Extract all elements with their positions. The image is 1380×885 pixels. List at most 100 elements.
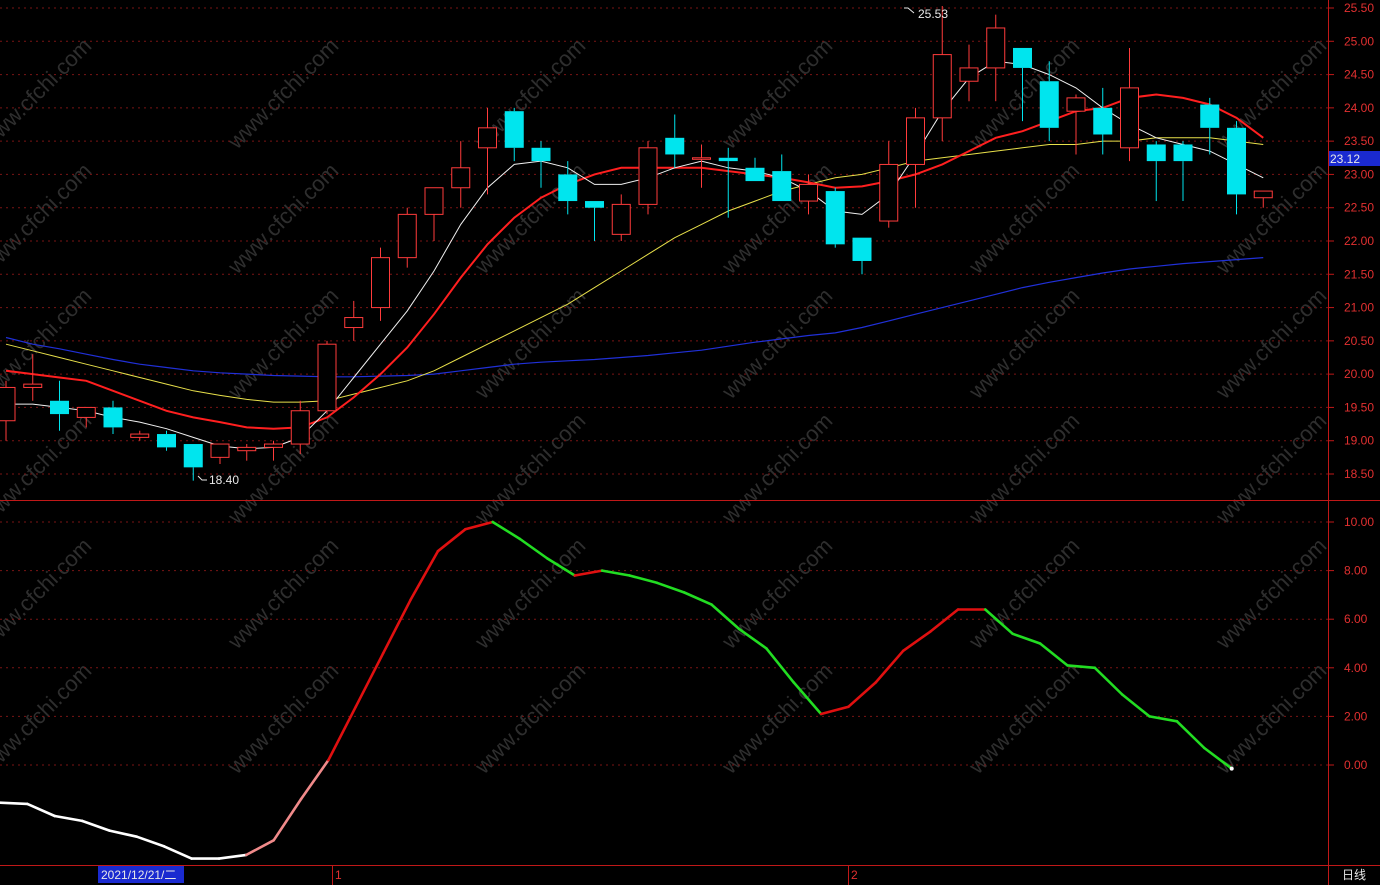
candle-body [665,137,685,155]
candle-body [1093,107,1113,135]
price-tick-label: 25.50 [1344,1,1374,15]
candle-body [638,147,658,205]
watermark-text: www.cfchi.com [963,658,1084,779]
stock-chart: www.cfchi.com www.cfchi.com www.cfchi.com w… [0,0,1380,885]
candle-body [210,443,230,458]
current-price-label: 23.12 [1330,152,1360,166]
candle-body [130,433,150,438]
indicator-segment [1038,642,1069,667]
watermark-text: www.cfchi.com [963,533,1084,654]
candle-body [772,171,792,202]
watermark-text: www.cfchi.com [0,533,96,654]
candle-body [237,446,257,452]
watermark-text: www.cfchi.com [0,158,96,279]
footer-bar: 2021/12/21/二 1 2 日线 [98,866,1366,885]
indicator-segment [847,681,878,709]
candle-body [183,444,203,468]
indicator-segment [1148,715,1179,723]
indicator-segment [1120,693,1151,718]
price-tick-label: 21.50 [1344,267,1374,281]
indicator-segment [162,845,193,860]
indicator-segment [929,608,960,633]
ma-blue-line [5,257,1264,378]
candle-body [371,257,390,309]
candle-up [237,444,257,461]
watermark-text: www.cfchi.com [222,533,343,654]
candlestick-layer [0,6,1273,481]
candle-up [371,247,390,321]
indicator-panel: 10.00 8.00 6.00 4.00 2.00 0.00 [0,515,1374,860]
candle-body [424,187,444,215]
candle-body [906,117,925,165]
candle-down [745,157,765,182]
indicator-axis-ticks: 10.00 8.00 6.00 4.00 2.00 0.00 [1328,515,1374,772]
indicator-segment [272,797,303,842]
price-tick-label: 23.50 [1344,134,1374,148]
indicator-segment [0,801,29,806]
price-tick-label: 24.00 [1344,101,1374,115]
indicator-segment [135,835,166,848]
indicator-tick-label: 0.00 [1344,758,1368,772]
watermark-text: www.cfchi.com [222,158,343,279]
candle-body [1039,81,1059,128]
candle-body [692,157,711,160]
candle-body [986,27,1006,69]
candle-body [1120,87,1139,149]
indicator-segment [381,598,412,655]
indicator-segment [299,758,330,801]
watermark-text: www.cfchi.com [716,33,837,154]
watermark-text: www.cfchi.com [0,408,96,529]
candle-down [825,187,845,248]
candle-up [424,187,444,241]
candle-body [0,386,16,422]
indicator-segment [245,838,276,857]
candle-body [1227,127,1246,195]
candle-body [451,167,471,189]
candle-body [611,203,631,235]
indicator-segment [53,814,84,823]
watermark-text: www.cfchi.com [222,658,343,779]
candle-body [397,213,417,259]
watermark-text: www.cfchi.com [716,408,837,529]
candle-body [531,147,551,162]
period-label[interactable]: 日线 [1342,868,1366,882]
candle-body [103,407,123,428]
indicator-segment [1093,666,1124,696]
watermark-text: www.cfchi.com [1210,408,1331,529]
watermark-text: www.cfchi.com [0,283,96,404]
price-tick-label: 23.00 [1344,167,1374,181]
watermark-text: www.cfchi.com [963,408,1084,529]
indicator-segment [26,802,57,818]
candle-up [317,340,337,415]
price-tick-label: 25.00 [1344,34,1374,48]
candle-up [397,207,417,268]
indicator-segment [80,819,111,832]
price-tick-label: 19.50 [1344,400,1374,414]
price-tick-label: 20.50 [1344,334,1374,348]
candle-down [665,114,685,168]
candle-down [157,430,176,451]
candle-body [1066,97,1086,112]
high-annotation: 25.53 [918,7,948,21]
watermark-text: www.cfchi.com [963,283,1084,404]
candle-body [558,174,578,202]
watermark-text: www.cfchi.com [716,533,837,654]
month-marker-1: 1 [335,868,342,882]
candle-down [1227,121,1246,215]
candle-down [1093,87,1113,155]
indicator-tick-label: 2.00 [1344,709,1368,723]
candle-up [1120,47,1139,162]
watermark-text: www.cfchi.com [469,658,590,779]
candle-body [1253,190,1273,199]
indicator-segment [765,647,796,684]
indicator-segment [1175,719,1206,750]
month-marker-2: 2 [851,868,858,882]
price-tick-label: 22.00 [1344,234,1374,248]
indicator-segment [901,630,932,653]
candle-body [585,201,604,208]
price-panel: 25.50 25.00 24.50 24.00 23.50 23.00 22.50 22.00… [0,1,1380,487]
indicator-segment [573,569,604,577]
moving-average-layer [5,60,1264,450]
candle-up [638,141,658,215]
indicator-tick-label: 8.00 [1344,564,1368,578]
